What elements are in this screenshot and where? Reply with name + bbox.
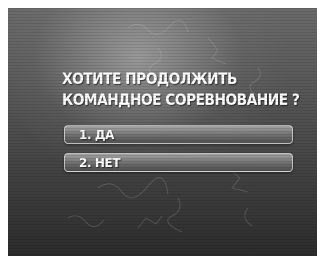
option-no-button[interactable]: 2. НЕТ — [64, 153, 293, 172]
option-yes-label: 1. ДА — [79, 128, 115, 142]
game-dialog-screen: ХОТИТЕ ПРОДОЛЖИТЬ КОМАНДНОЕ СОРЕВНОВАНИЕ… — [8, 8, 317, 256]
question-line-2: КОМАНДНОЕ СОРЕВНОВАНИЕ ? — [62, 90, 300, 109]
option-yes-button[interactable]: 1. ДА — [64, 125, 293, 144]
option-no-label: 2. НЕТ — [79, 156, 121, 170]
question-line-1: ХОТИТЕ ПРОДОЛЖИТЬ — [62, 69, 237, 88]
continue-question: ХОТИТЕ ПРОДОЛЖИТЬ КОМАНДНОЕ СОРЕВНОВАНИЕ… — [62, 68, 300, 110]
